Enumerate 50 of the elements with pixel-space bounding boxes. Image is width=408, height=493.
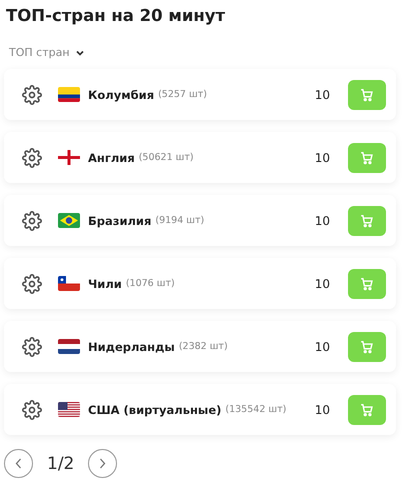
netherlands-flag-icon	[58, 339, 80, 354]
chevron-left-icon	[15, 458, 22, 469]
chile-flag-icon	[58, 276, 80, 291]
cart-button[interactable]	[348, 268, 386, 298]
cart-button[interactable]	[348, 142, 386, 172]
previous-page-button[interactable]	[4, 449, 33, 478]
page-title: ТОП-стран на 20 минут	[6, 5, 226, 27]
page-indicator: 1/2	[47, 454, 74, 474]
settings-icon[interactable]	[22, 336, 42, 356]
price: 10	[314, 88, 330, 102]
country-name: США (виртуальные)	[88, 402, 222, 416]
cart-icon	[360, 214, 374, 228]
price: 10	[314, 402, 330, 416]
country-name: Колумбия	[88, 88, 154, 102]
number-count: (9194 шт)	[155, 215, 204, 226]
number-count: (1076 шт)	[126, 278, 175, 289]
cart-button[interactable]	[348, 80, 386, 110]
next-page-button[interactable]	[88, 449, 118, 478]
cart-icon	[360, 88, 374, 102]
country-name: Нидерланды	[88, 340, 175, 354]
filter-dropdown[interactable]: ТОП стран	[9, 46, 84, 59]
cart-icon	[360, 402, 374, 416]
country-name: Бразилия	[88, 214, 152, 228]
settings-icon[interactable]	[22, 400, 42, 420]
price: 10	[314, 340, 330, 354]
chevron-down-icon	[76, 50, 84, 56]
cart-button[interactable]	[348, 332, 386, 362]
number-count: (50621 шт)	[138, 152, 194, 163]
cart-icon	[360, 276, 374, 290]
number-count: (2382 шт)	[178, 341, 228, 352]
number-count: (135542 шт)	[225, 404, 286, 415]
england-flag-icon	[58, 150, 80, 165]
settings-icon[interactable]	[22, 210, 42, 230]
settings-icon[interactable]	[22, 148, 42, 168]
chevron-right-icon	[99, 458, 106, 469]
number-count: (5257 шт)	[158, 89, 207, 100]
cart-button[interactable]	[348, 206, 386, 236]
colombia-flag-icon	[58, 87, 80, 102]
cart-icon	[360, 340, 374, 354]
usa-flag-icon	[58, 402, 80, 417]
cart-button[interactable]	[348, 394, 386, 424]
settings-icon[interactable]	[22, 84, 42, 104]
country-name: Англия	[88, 150, 135, 164]
brazil-flag-icon	[58, 213, 80, 228]
price: 10	[314, 214, 330, 228]
price: 10	[314, 276, 330, 290]
settings-icon[interactable]	[22, 274, 42, 294]
cart-icon	[360, 150, 374, 164]
country-name: Чили	[88, 276, 122, 290]
price: 10	[314, 150, 330, 164]
